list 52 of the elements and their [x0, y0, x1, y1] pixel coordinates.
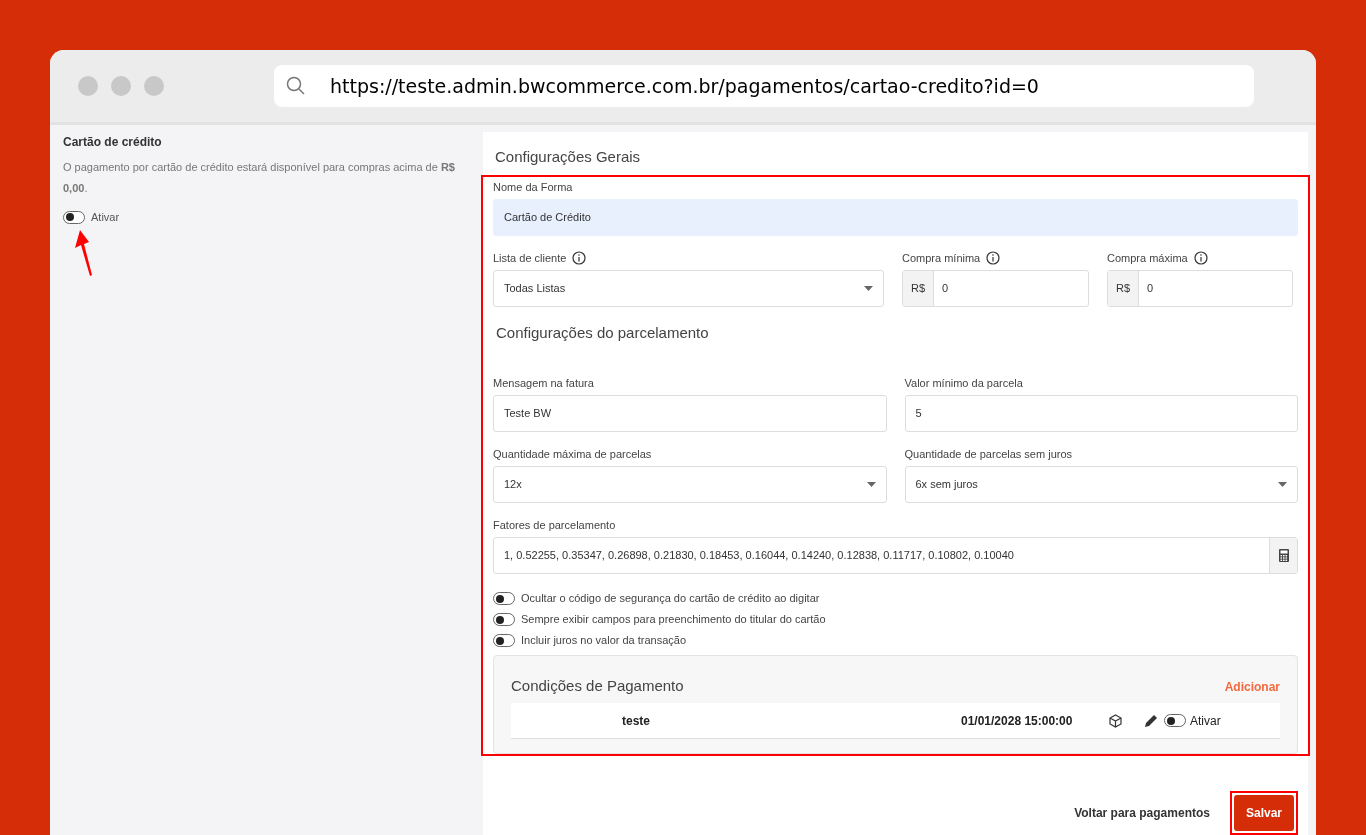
section-heading: Configurações do parcelamento	[495, 323, 710, 343]
search-icon	[286, 76, 306, 96]
toggle-switch[interactable]	[63, 210, 85, 224]
toggle-switch[interactable]	[493, 592, 515, 605]
calculator-icon[interactable]	[1278, 549, 1289, 562]
toggle-label: Ativar	[1190, 712, 1221, 730]
option-label: Incluir juros no valor da transação	[521, 633, 687, 649]
condition-date: 01/01/2028 15:00:00	[961, 712, 1074, 730]
toggle-switch[interactable]	[1164, 714, 1186, 727]
url-text: https://teste.admin.bwcommerce.com.br/pagamentos/cartao-credito?id=0	[330, 73, 1039, 99]
section-title: Cartão de crédito	[63, 134, 163, 151]
panel-heading: Condições de Pagamento	[511, 676, 684, 697]
field-label: Lista de cliente	[493, 250, 567, 266]
field-label: Nome da Forma	[493, 179, 573, 195]
back-link[interactable]: Voltar para pagamentos	[1074, 804, 1210, 822]
pointer-arrow-icon	[75, 229, 95, 276]
field-label: Quantidade de parcelas sem juros	[904, 446, 1073, 462]
input-field[interactable]: 5	[904, 395, 1298, 432]
caret-icon	[866, 482, 876, 487]
caret-icon	[864, 286, 873, 291]
description-text: O pagamento por cartão de crédito estará disponível para compras acima de R$ 0,00.	[63, 160, 456, 196]
toggle-label: Ativar	[91, 210, 120, 225]
field-label: Quantidade máxima de parcelas	[493, 446, 652, 462]
currency-field[interactable]: R$ 0	[1107, 270, 1293, 307]
field-label: Fatores de parcelamento	[493, 517, 616, 533]
field-label: Compra mínima	[902, 250, 981, 266]
input-field[interactable]: Teste BW	[493, 395, 887, 432]
select-field[interactable]: 6x sem juros	[904, 466, 1298, 503]
toggle-switch[interactable]	[493, 634, 515, 647]
caret-icon	[1278, 482, 1287, 487]
field-label: Compra máxima	[1107, 250, 1188, 266]
option-label: Ocultar o código de segurança do cartão de crédito ao digitar	[521, 591, 820, 607]
input-field[interactable]: Cartão de Crédito	[493, 199, 1298, 236]
info-icon	[572, 251, 587, 265]
field-label: Valor mínimo da parcela	[904, 375, 1023, 391]
cube-icon[interactable]	[1109, 713, 1122, 728]
pencil-icon[interactable]	[1144, 713, 1158, 728]
panel-title: Configurações Gerais	[494, 147, 642, 167]
toggle-switch[interactable]	[493, 613, 515, 626]
info-icon	[986, 251, 1001, 265]
save-button[interactable]: Salvar	[1233, 795, 1294, 831]
currency-prefix: R$	[903, 271, 935, 306]
currency-prefix: R$	[1108, 271, 1140, 306]
option-label: Sempre exibir campos para preenchimento do titular do cartão	[521, 612, 826, 628]
address-bar[interactable]: https://teste.admin.bwcommerce.com.br/pagamentos/cartao-credito?id=0	[274, 65, 1254, 107]
currency-field[interactable]: R$ 0	[902, 270, 1089, 307]
info-icon	[1193, 251, 1208, 265]
field-label: Mensagem na fatura	[493, 375, 594, 391]
select-field[interactable]: Todas Listas	[493, 270, 884, 307]
select-field[interactable]: 12x	[493, 466, 887, 503]
condition-name: teste	[622, 712, 651, 730]
input-field[interactable]: 1, 0.52255, 0.35347, 0.26898, 0.21830, 0.18453, 0.16044, 0.14240, 0.12838, 0.11717, 0.10802, 0.10040	[493, 537, 1298, 574]
